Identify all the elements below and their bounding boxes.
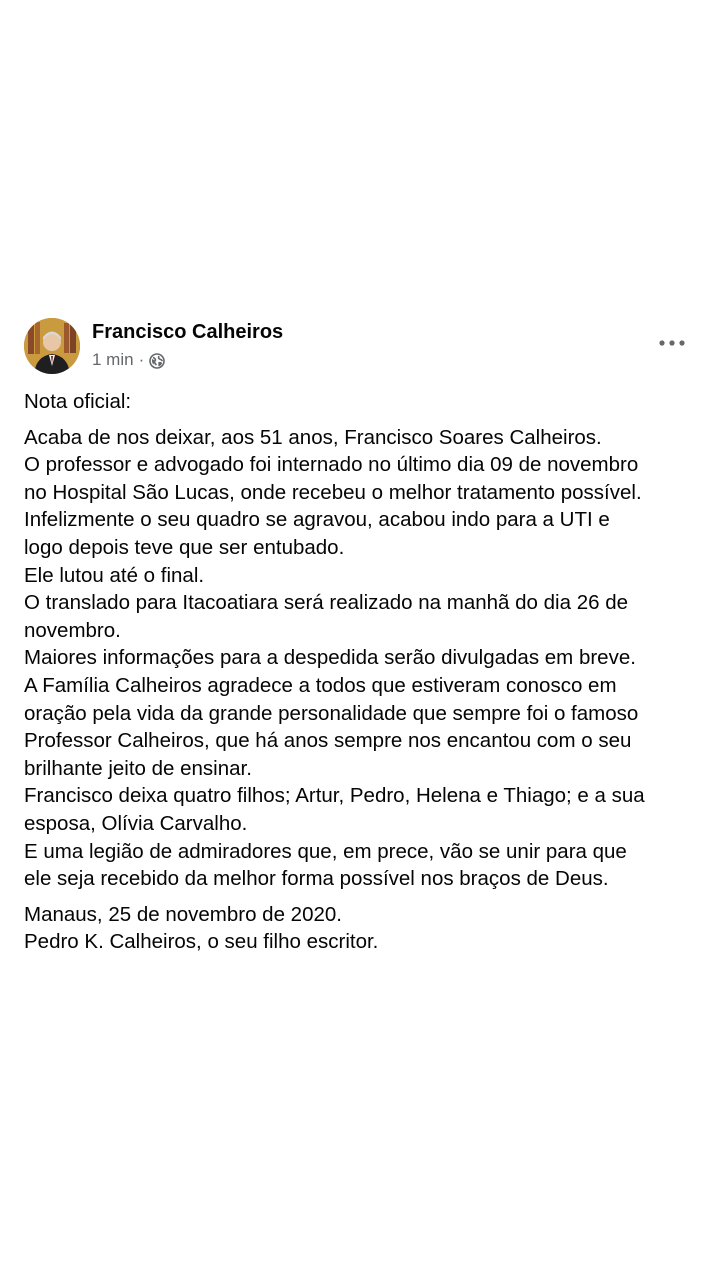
text-line: Maiores informações para a despedida ser… — [24, 646, 636, 670]
text-line: ele seja recebido da melhor forma possív… — [24, 867, 609, 891]
text-line: oração pela vida da grande personalidade… — [24, 701, 639, 725]
text-line: Professor Calheiros, que há anos sempre … — [24, 729, 632, 753]
text-line: O translado para Itacoatiara será realiz… — [24, 591, 628, 615]
text-line: Manaus, 25 de novembro de 2020. — [24, 902, 342, 926]
meta-separator: · — [138, 350, 145, 369]
text-line: E uma legião de admiradores que, em prec… — [24, 839, 627, 863]
post-timestamp[interactable]: 1 min — [92, 348, 134, 372]
facebook-post: Francisco Calheiros 1 min · Nota oficial… — [0, 0, 720, 1280]
post-paragraph: Acaba de nos deixar, aos 51 anos, Franci… — [24, 424, 704, 893]
text-line: novembro. — [24, 618, 121, 642]
text-line: logo depois teve que ser entubado. — [24, 535, 345, 559]
text-line: O professor e advogado foi internado no … — [24, 453, 639, 477]
text-line: Nota oficial: — [24, 390, 132, 413]
text-line: Pedro K. Calheiros, o seu filho escritor… — [24, 930, 379, 954]
text-line: brilhante jeito de ensinar. — [24, 756, 252, 780]
avatar[interactable] — [24, 318, 80, 374]
globe-icon[interactable] — [149, 352, 166, 369]
post-paragraph: Manaus, 25 de novembro de 2020. Pedro K.… — [24, 901, 704, 956]
text-line: Francisco deixa quatro filhos; Artur, Pe… — [24, 784, 645, 808]
more-options-icon — [659, 340, 685, 346]
text-line: esposa, Olívia Carvalho. — [24, 811, 248, 835]
text-line: Infelizmente o seu quadro se agravou, ac… — [24, 508, 610, 532]
text-line: Acaba de nos deixar, aos 51 anos, Franci… — [24, 425, 602, 449]
post-meta: 1 min · — [92, 348, 166, 372]
text-line: no Hospital São Lucas, onde recebeu o me… — [24, 480, 642, 504]
more-options-button[interactable] — [652, 330, 692, 356]
avatar-portrait-icon — [24, 318, 80, 374]
text-line: Ele lutou até o final. — [24, 563, 205, 587]
post-paragraph: Nota oficial: — [24, 388, 704, 416]
text-line: A Família Calheiros agradece a todos que… — [24, 673, 617, 697]
post-author-name[interactable]: Francisco Calheiros — [92, 318, 283, 346]
post-message: Nota oficial: Acaba de nos deixar, aos 5… — [24, 388, 704, 956]
